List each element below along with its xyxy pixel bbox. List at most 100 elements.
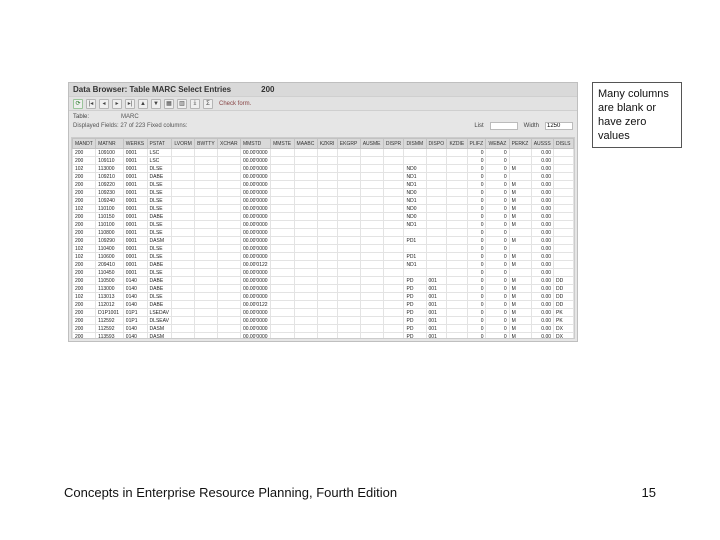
column-header[interactable]: DISLS — [554, 139, 574, 149]
columns-icon[interactable]: ▥ — [177, 99, 187, 109]
cell — [360, 181, 383, 189]
cell: 0001 — [123, 165, 147, 173]
table-row[interactable]: 2002094100001DABE00.00'0122ND100M0.00 — [73, 261, 574, 269]
cell: DLSE — [147, 269, 172, 277]
cell — [383, 309, 404, 317]
cell — [554, 237, 574, 245]
cell — [337, 221, 360, 229]
column-header[interactable]: MMSTD — [240, 139, 270, 149]
table-row[interactable]: 2001092400001DLSE00.00'0000ND100M0.00 — [73, 197, 574, 205]
cell — [383, 237, 404, 245]
column-header[interactable]: BWTTY — [195, 139, 218, 149]
list-input[interactable] — [490, 122, 518, 130]
cell — [195, 325, 218, 333]
column-header[interactable]: WERKS — [123, 139, 147, 149]
table-row[interactable]: 2001101500001DABE00.00'0000ND000M0.00 — [73, 213, 574, 221]
table-row[interactable]: 200D1P100101P1LSEDAV00.00'0000PD00100M0.… — [73, 309, 574, 317]
cell: PD1 — [404, 237, 426, 245]
grid-container[interactable]: MANDTMATNRWERKSPSTATLVORMBWTTYXCHARMMSTD… — [71, 137, 575, 339]
table-row[interactable]: 2001135930140DASM00.00'0000PD00100M0.00D… — [73, 333, 574, 340]
cell — [360, 317, 383, 325]
table-row[interactable]: 20011259201P1DLSEAV00.00'0000PD00100M0.0… — [73, 317, 574, 325]
width-input[interactable] — [545, 122, 573, 130]
column-header[interactable]: AUSME — [360, 139, 383, 149]
cell: 00.00'0000 — [240, 181, 270, 189]
first-icon[interactable]: |◂ — [86, 99, 96, 109]
table-row[interactable]: 2001104500001DLSE00.00'0000000.00 — [73, 269, 574, 277]
column-header[interactable]: EKGRP — [337, 139, 360, 149]
cell: 00.00'0000 — [240, 173, 270, 181]
cell: ND1 — [404, 221, 426, 229]
refresh-icon[interactable]: ⟳ — [73, 99, 83, 109]
cell — [383, 285, 404, 293]
table-row[interactable]: 2001101000001DLSE00.00'0000ND100M0.00 — [73, 221, 574, 229]
cell — [554, 181, 574, 189]
table-row[interactable]: 1021104000001DLSE00.00'0000000.00 — [73, 245, 574, 253]
cell — [317, 213, 337, 221]
cell: 110400 — [96, 245, 124, 253]
prev-icon[interactable]: ◂ — [99, 99, 109, 109]
table-row[interactable]: 2001120120140DABE00.00'0122PD00100M0.00D… — [73, 301, 574, 309]
column-header[interactable]: XCHAR — [218, 139, 241, 149]
table-row[interactable]: 1021130000001DLSE00.00'0000ND000M0.00 — [73, 165, 574, 173]
table-row[interactable]: 2001092100001DABE00.00'0000ND1000.00 — [73, 173, 574, 181]
cell: 0 — [486, 173, 509, 181]
column-header[interactable]: MATNR — [96, 139, 124, 149]
cell: 102 — [73, 205, 96, 213]
export-icon[interactable]: ⤓ — [190, 99, 200, 109]
column-header[interactable]: AUSSS — [531, 139, 553, 149]
table-row[interactable]: 2001092300001DLSE00.00'0000ND000M0.00 — [73, 189, 574, 197]
column-header[interactable]: DISMM — [404, 139, 426, 149]
table-row[interactable]: 2001091000001LSC00.00'0000000.00 — [73, 149, 574, 157]
table-row[interactable]: 2001105000140DABE00.00'0000PD00100M0.00D… — [73, 277, 574, 285]
next-icon[interactable]: ▸ — [112, 99, 122, 109]
cell: PD — [404, 325, 426, 333]
cell: M — [509, 213, 531, 221]
column-header[interactable]: PERKZ — [509, 139, 531, 149]
column-header[interactable]: MAABC — [294, 139, 317, 149]
cell — [360, 221, 383, 229]
column-header[interactable]: MMSTE — [271, 139, 294, 149]
sort-asc-icon[interactable]: ▲ — [138, 99, 148, 109]
table-row[interactable]: 2001092900001DASM00.00'0000PD100M0.00 — [73, 237, 574, 245]
table-row[interactable]: 1021130130140DLSE00.00'0000PD00100M0.00D… — [73, 293, 574, 301]
column-header[interactable]: WEBAZ — [486, 139, 509, 149]
filter-icon[interactable]: ▦ — [164, 99, 174, 109]
cell — [509, 229, 531, 237]
column-header[interactable]: DISPR — [383, 139, 404, 149]
table-row[interactable]: 2001125920140DASM00.00'0000PD00100M0.00D… — [73, 325, 574, 333]
table-row[interactable]: 2001092200001DLSE00.00'0000ND100M0.00 — [73, 181, 574, 189]
table-row[interactable]: 2001130000140DABE00.00'0000PD00100M0.00D… — [73, 285, 574, 293]
table-row[interactable]: 2001091100001LSC00.00'0000000.00 — [73, 157, 574, 165]
table-row[interactable]: 2001108000001DLSE00.00'0000000.00 — [73, 229, 574, 237]
cell — [360, 253, 383, 261]
column-header[interactable]: DISPO — [426, 139, 447, 149]
cell: DD — [554, 285, 574, 293]
table-row[interactable]: 1021101000001DLSE00.00'0000ND000M0.00 — [73, 205, 574, 213]
cell — [294, 149, 317, 157]
last-icon[interactable]: ▸| — [125, 99, 135, 109]
check-form-button[interactable]: Check form. — [216, 99, 254, 109]
cell: 0 — [486, 221, 509, 229]
cell — [426, 245, 447, 253]
sort-desc-icon[interactable]: ▼ — [151, 99, 161, 109]
cell — [383, 165, 404, 173]
cell: DLSE — [147, 293, 172, 301]
column-header[interactable]: KZDIE — [447, 139, 467, 149]
cell: 0140 — [123, 333, 147, 340]
column-header[interactable]: KZKRI — [317, 139, 337, 149]
cell — [172, 301, 195, 309]
cell — [172, 253, 195, 261]
cell — [554, 245, 574, 253]
cell: 00.00'0000 — [240, 165, 270, 173]
table-row[interactable]: 1021106000001DLSE00.00'0000PD100M0.00 — [73, 253, 574, 261]
cell: 0.00 — [531, 181, 553, 189]
column-header[interactable]: LVORM — [172, 139, 195, 149]
cell — [317, 189, 337, 197]
column-header[interactable]: PSTAT — [147, 139, 172, 149]
sum-icon[interactable]: Σ — [203, 99, 213, 109]
cell: ND1 — [404, 261, 426, 269]
column-header[interactable]: PLIFZ — [467, 139, 486, 149]
column-header[interactable]: MANDT — [73, 139, 96, 149]
cell: LSEDAV — [147, 309, 172, 317]
